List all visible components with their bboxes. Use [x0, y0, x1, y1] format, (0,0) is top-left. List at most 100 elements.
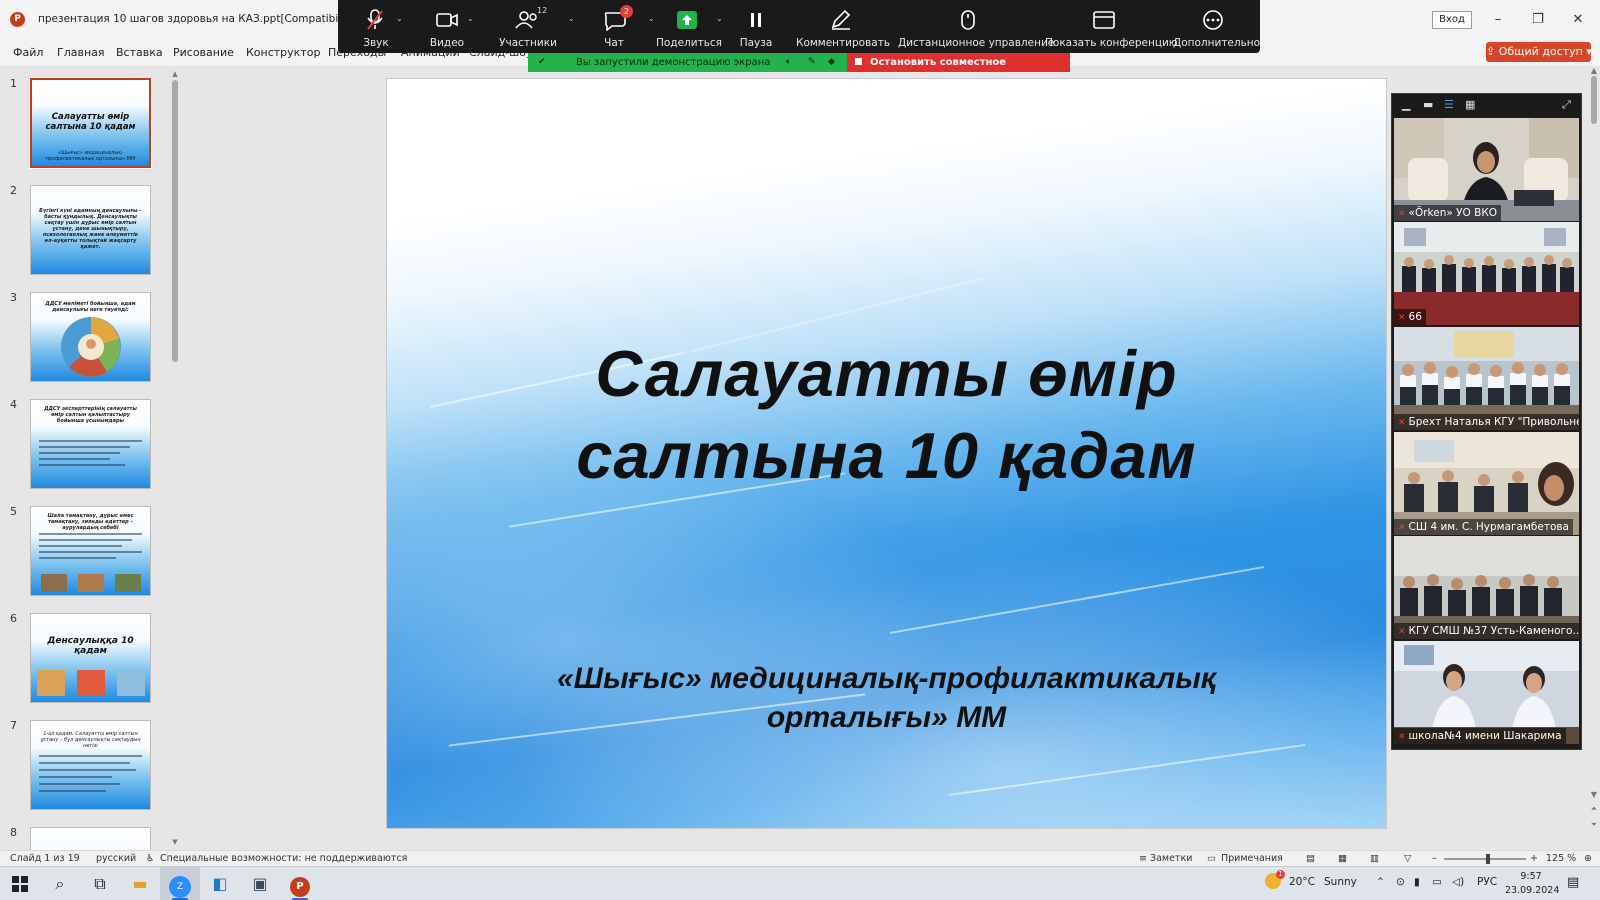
menu-draw[interactable]: Рисование	[173, 46, 234, 59]
slide-thumbnail-3[interactable]: ДДСҰ мәліметі бойынша, адам денсаулығы н…	[30, 292, 151, 382]
zoom-in-button[interactable]: +	[1530, 853, 1538, 864]
zoom-level[interactable]: 125 %	[1546, 853, 1576, 864]
speaker-icon[interactable]: 🔈︎	[786, 53, 791, 72]
participants-caret-icon[interactable]: ⌄	[568, 14, 575, 23]
sign-in-button[interactable]: Вход	[1432, 11, 1472, 29]
more-button[interactable]: Дополнительно	[1173, 0, 1260, 53]
strip-view-icon[interactable]: ☰	[1444, 98, 1454, 111]
chat-caret-icon[interactable]: ⌄	[648, 14, 655, 23]
scroll-up-arrow-icon[interactable]: ▲	[171, 70, 179, 78]
powerpoint-app-icon[interactable]: P	[280, 867, 320, 900]
show-hidden-icons-chevron-icon[interactable]: ⌃	[1376, 876, 1385, 888]
participant-video-tile[interactable]: ✕ школа№4 имени Шакарима	[1394, 641, 1579, 744]
slide-subtitle[interactable]: «Шығыс» медициналық-профилактикалық ортал…	[457, 659, 1316, 737]
normal-view-icon[interactable]: ▤	[1306, 853, 1315, 864]
notifications-icon[interactable]: ▤	[1567, 875, 1579, 890]
minimize-panel-icon[interactable]: ▁	[1402, 98, 1410, 111]
system-clock[interactable]: 9:57 23.09.2024	[1505, 870, 1559, 898]
reading-view-icon[interactable]: ▥	[1370, 853, 1379, 864]
next-slide-icon[interactable]: ⏷	[1588, 820, 1600, 830]
participant-video-tile[interactable]: ✕ КГУ СМШ №37 Усть-Каменого...	[1394, 536, 1579, 639]
participants-button[interactable]: 12 Участники	[488, 0, 568, 53]
fit-to-window-icon[interactable]: ⊕	[1584, 853, 1592, 864]
mouse-icon	[961, 10, 975, 30]
audio-options-caret-icon[interactable]: ⌄	[396, 14, 403, 23]
participant-video-tile[interactable]: ✕ «Örken» УО ВКО	[1394, 118, 1579, 221]
participant-video-tile[interactable]: ✕ Брехт Наталья КГУ "Привольне...	[1394, 327, 1579, 430]
fullscreen-icon[interactable]: ⤢	[1562, 98, 1571, 112]
menu-file[interactable]: Файл	[13, 46, 43, 59]
weather-temperature[interactable]: 20°C	[1289, 876, 1315, 888]
video-options-caret-icon[interactable]: ⌄	[467, 14, 474, 23]
share-caret-icon[interactable]: ⌄	[716, 14, 723, 23]
thumbnail-number: 3	[10, 291, 17, 304]
participant-video-tile[interactable]: ✕ СШ 4 им. С. Нурмагамбетова	[1394, 432, 1579, 535]
annotate-button[interactable]: Комментировать	[796, 0, 890, 53]
slide-thumbnail-7[interactable]: 1-ші қадам: Салауатты өмір салтын ұстану…	[30, 720, 151, 810]
search-icon[interactable]: ⌕	[40, 867, 80, 900]
slideshow-view-icon[interactable]: ▽	[1404, 853, 1411, 864]
scroll-up-arrow-icon[interactable]: ▲	[1588, 66, 1600, 75]
slide-thumbnail-6[interactable]: Денсаулыққа 10 қадам	[30, 613, 151, 703]
minimize-button[interactable]: –	[1488, 10, 1508, 30]
scroll-thumb[interactable]	[1591, 76, 1597, 124]
chat-button[interactable]: 2 Чат	[584, 0, 644, 53]
show-meeting-button[interactable]: Показать конференцию	[1045, 0, 1178, 53]
tray-app-icon[interactable]: ⊙	[1396, 876, 1405, 888]
microphone-icon[interactable]: ✎	[808, 53, 816, 72]
editor-scrollbar[interactable]: ▲ ▼ ⏶ ⏷	[1588, 66, 1600, 850]
network-icon[interactable]: ▭	[1432, 876, 1442, 888]
video-button[interactable]: Видео	[417, 0, 477, 53]
zoom-slider[interactable]	[1444, 858, 1526, 860]
zoom-slider-handle[interactable]	[1486, 854, 1490, 864]
zoom-video-panel: ▁ ▬ ☰ ▦ ⤢ ✕ «Örken» УО ВКО ✕ 66 ✕ Брехт …	[1391, 93, 1582, 750]
notes-button[interactable]: Заметки	[1150, 853, 1192, 864]
thumbnail-scrollbar[interactable]: ▲ ▼	[171, 70, 179, 848]
slide-canvas[interactable]: Салауатты өмір салтына 10 қадам «Шығыс» м…	[386, 78, 1387, 829]
speaker-view-icon[interactable]: ▬	[1423, 98, 1433, 111]
gallery-view-icon[interactable]: ▦	[1465, 98, 1475, 111]
slide-thumbnail-5[interactable]: Шала тамақтану, дұрыс емес тамақтану, зи…	[30, 506, 151, 596]
slide-thumbnail-8[interactable]	[30, 827, 151, 850]
slide-thumbnail-2[interactable]: Бүгінгі күні адамның денсаулығы – басты …	[30, 185, 151, 275]
close-button[interactable]: ✕	[1568, 10, 1588, 30]
scroll-down-arrow-icon[interactable]: ▼	[171, 838, 179, 846]
text-line	[39, 769, 136, 771]
windows-start-icon[interactable]	[0, 867, 40, 900]
slide-thumbnail-4[interactable]: ДДСҰ эксперттерінің салауатты өмір салты…	[30, 399, 151, 489]
share-button[interactable]: ⇪ Общий доступ ▾	[1486, 42, 1592, 62]
pause-share-button[interactable]: Пауза	[731, 0, 781, 53]
remote-desktop-app-icon[interactable]: ◧	[200, 867, 240, 900]
stop-share-button[interactable]: Остановить совместное использование	[847, 53, 1070, 87]
accessibility-status[interactable]: Специальные возможности: не поддерживают…	[160, 853, 407, 864]
slide-thumbnail-1[interactable]: Салауатты өмір салтына 10 қадам «Шығыс» …	[29, 77, 152, 169]
scroll-thumb[interactable]	[172, 80, 178, 362]
comments-button[interactable]: Примечания	[1221, 853, 1283, 864]
maximize-button[interactable]: ❐	[1528, 10, 1548, 30]
file-explorer-icon[interactable]: ▬	[120, 867, 160, 900]
slide-sorter-icon[interactable]: ▦	[1338, 853, 1347, 864]
notes-icon: ≡	[1139, 853, 1147, 864]
weather-condition[interactable]: Sunny	[1324, 876, 1357, 888]
remote-control-button[interactable]: Дистанционное управление	[898, 0, 1054, 53]
menu-design[interactable]: Конструктор	[246, 46, 320, 59]
participant-video-tile[interactable]: ✕ 66	[1394, 222, 1579, 325]
scroll-down-arrow-icon[interactable]: ▼	[1588, 790, 1600, 799]
share-screen-button[interactable]: Поделиться	[656, 0, 722, 53]
audio-button[interactable]: Звук	[346, 0, 406, 53]
previous-slide-icon[interactable]: ⏶	[1588, 804, 1600, 814]
input-language-indicator[interactable]: РУС	[1477, 876, 1497, 888]
task-view-icon[interactable]: ⧉	[80, 867, 120, 900]
language-indicator[interactable]: русский	[96, 853, 136, 864]
menu-home[interactable]: Главная	[57, 46, 105, 59]
menu-insert[interactable]: Вставка	[116, 46, 163, 59]
microphone-tray-icon[interactable]: ▮	[1414, 876, 1420, 888]
share-icon: ⇪	[1486, 45, 1499, 58]
zoom-app-icon[interactable]: Z	[160, 867, 200, 900]
app-window-icon[interactable]: ▣	[240, 867, 280, 900]
video-panel-toolbar: ▁ ▬ ☰ ▦ ⤢	[1392, 94, 1581, 116]
zoom-out-button[interactable]: –	[1432, 853, 1437, 864]
security-shield-icon[interactable]: ◆	[828, 53, 835, 72]
slide-title[interactable]: Салауатты өмір салтына 10 қадам	[387, 333, 1386, 497]
volume-icon[interactable]: ◁)	[1452, 876, 1464, 888]
